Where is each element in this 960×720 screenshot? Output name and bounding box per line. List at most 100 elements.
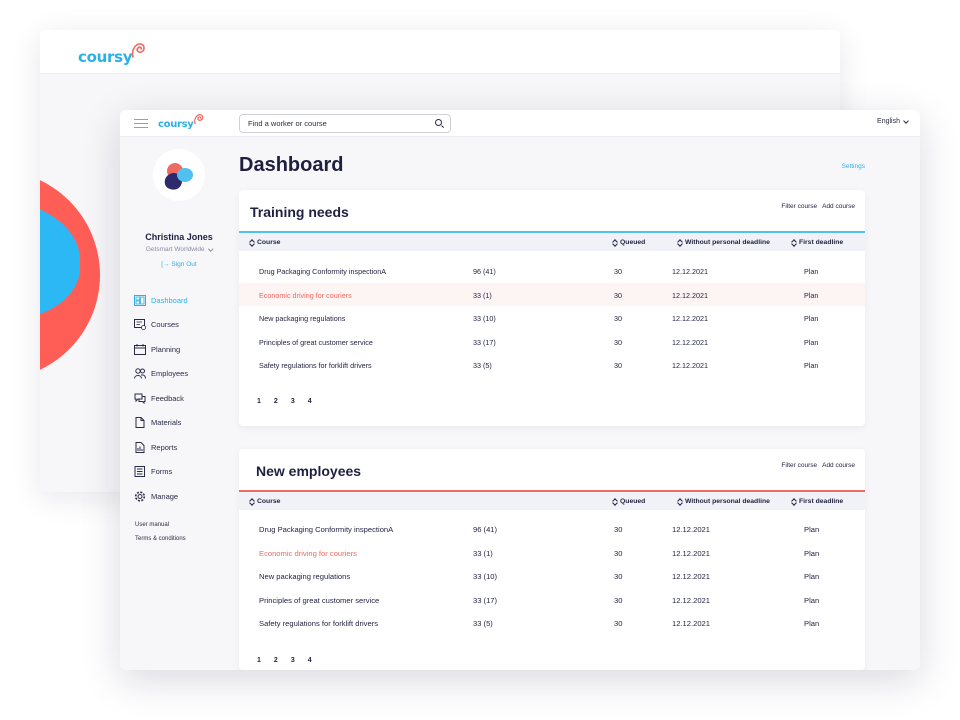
card-title: Training needs <box>250 204 349 220</box>
sidebar-item-manage[interactable]: Manage <box>134 484 188 509</box>
cell-deadline: Plan <box>804 525 820 534</box>
terms-link[interactable]: Terms & conditions <box>135 532 186 546</box>
app-logo[interactable]: coursy <box>158 113 204 130</box>
page-3[interactable]: 3 <box>291 657 295 664</box>
sidebar-item-label: Reports <box>151 442 178 452</box>
cell-course: New packaging regulations <box>259 314 346 323</box>
column-label: Without personal deadline <box>685 498 770 505</box>
sidebar-item-label: Forms <box>151 467 173 477</box>
cell-count: 33 (17) <box>473 595 498 605</box>
column-queued[interactable]: Queued <box>613 239 645 246</box>
sidebar-item-label: Feedback <box>151 393 184 403</box>
sidebar-item-planning[interactable]: Planning <box>134 337 188 362</box>
table-row[interactable]: Drug Packaging Conformity inspectionA 96… <box>239 259 865 283</box>
search-icon[interactable] <box>435 119 442 126</box>
chevron-down-icon <box>903 117 909 124</box>
sort-icon <box>792 239 796 246</box>
sidebar-item-reports[interactable]: Reports <box>134 435 188 460</box>
cell-count: 33 (5) <box>473 361 492 370</box>
filter-course-button[interactable]: Filter course <box>781 203 817 210</box>
background-logo: coursy <box>78 42 146 66</box>
sort-icon <box>678 239 682 246</box>
cell-date: 12.12.2021 <box>672 267 708 276</box>
column-label: First deadline <box>799 239 844 246</box>
column-queued[interactable]: Queued <box>613 498 645 505</box>
sidebar-item-forms[interactable]: Forms <box>134 460 188 485</box>
column-without-deadline[interactable]: Without personal deadline <box>678 239 770 246</box>
page-2[interactable]: 2 <box>274 657 278 664</box>
column-first-deadline[interactable]: First deadline <box>792 239 843 246</box>
sign-out-icon: [→ <box>161 261 170 268</box>
table-row[interactable]: Safety regulations for forklift drivers … <box>239 611 865 635</box>
sort-icon <box>250 239 254 246</box>
page-4[interactable]: 4 <box>308 657 312 664</box>
table-row[interactable]: Safety regulations for forklift drivers … <box>239 353 865 377</box>
page-1[interactable]: 1 <box>257 657 261 664</box>
search-input[interactable] <box>239 114 451 133</box>
sign-out-link[interactable]: [→ Sign Out <box>120 261 238 268</box>
sort-icon <box>613 498 617 505</box>
column-course[interactable]: Course <box>250 239 280 246</box>
table-row[interactable]: Economic driving for couriers 33 (1) 30 … <box>239 541 865 565</box>
sidebar-item-courses[interactable]: Courses <box>134 313 188 338</box>
page-3[interactable]: 3 <box>291 398 295 405</box>
page-4[interactable]: 4 <box>308 398 312 405</box>
cell-count: 33 (1) <box>473 290 492 300</box>
courses-icon <box>134 319 146 331</box>
filter-course-button[interactable]: Filter course <box>781 462 817 469</box>
table-row[interactable]: Drug Packaging Conformity inspectionA 96… <box>239 517 865 541</box>
column-first-deadline[interactable]: First deadline <box>792 498 843 505</box>
user-name: Christina Jones <box>145 232 213 242</box>
cell-deadline: Plan <box>804 314 819 323</box>
sidebar-item-feedback[interactable]: Feedback <box>134 386 188 411</box>
add-course-button[interactable]: Add course <box>822 203 855 210</box>
app-window: coursy English Christina Jones <box>120 110 920 670</box>
table-row[interactable]: New packaging regulations 33 (10) 30 12.… <box>239 306 865 330</box>
cell-deadline: Plan <box>804 337 819 347</box>
avatar[interactable] <box>153 149 205 201</box>
cell-date: 12.12.2021 <box>672 361 708 370</box>
sidebar-item-label: Dashboard <box>151 295 188 305</box>
sidebar-item-label: Materials <box>151 418 182 428</box>
training-needs-card: Training needs Filter course Add course … <box>239 190 865 426</box>
cell-date: 12.12.2021 <box>672 525 711 534</box>
sidebar-nav: Dashboard Courses Planning Employees Fee… <box>134 288 188 509</box>
sidebar-item-dashboard[interactable]: Dashboard <box>134 288 188 313</box>
user-manual-link[interactable]: User manual <box>135 518 186 532</box>
column-without-deadline[interactable]: Without personal deadline <box>678 498 770 505</box>
logo-text: coursy <box>158 119 194 130</box>
cell-course: New packaging regulations <box>259 572 351 581</box>
settings-link[interactable]: Settings <box>842 163 866 170</box>
sidebar-item-label: Employees <box>151 369 189 379</box>
organization-name: Getsmart Worldwide <box>145 246 205 253</box>
gear-icon <box>134 491 146 502</box>
page-2[interactable]: 2 <box>274 398 278 405</box>
table-row[interactable]: Principles of great customer service 33 … <box>239 330 865 354</box>
language-label: English <box>877 118 900 125</box>
cell-date: 12.12.2021 <box>672 548 711 558</box>
language-selector[interactable]: English <box>877 117 909 125</box>
logo-swirl-icon <box>193 114 203 125</box>
chevron-down-icon <box>207 246 213 251</box>
card-title: New employees <box>256 463 362 479</box>
sidebar-item-label: Courses <box>151 320 179 330</box>
stage: coursy coursy English <box>0 0 960 720</box>
menu-icon[interactable] <box>134 119 148 128</box>
sidebar-item-materials[interactable]: Materials <box>134 411 188 436</box>
form-icon <box>134 466 146 478</box>
column-course[interactable]: Course <box>250 498 280 505</box>
cell-date: 12.12.2021 <box>672 619 711 628</box>
sidebar-item-employees[interactable]: Employees <box>134 362 188 387</box>
cell-queued: 30 <box>614 548 623 558</box>
sidebar: Christina Jones Getsmart Worldwide [→ Si… <box>120 137 226 670</box>
sign-out-label: Sign Out <box>171 261 197 268</box>
table-row[interactable]: Principles of great customer service 33 … <box>239 588 865 612</box>
add-course-button[interactable]: Add course <box>822 462 855 469</box>
table-row[interactable]: New packaging regulations 33 (10) 30 12.… <box>239 564 865 588</box>
table-row[interactable]: Economic driving for couriers 33 (1) 30 … <box>239 282 865 306</box>
sidebar-item-label: Manage <box>151 491 179 501</box>
organization-selector[interactable]: Getsmart Worldwide <box>120 246 238 253</box>
page-1[interactable]: 1 <box>257 398 261 405</box>
column-label: Course <box>257 239 281 246</box>
cell-course: Principles of great customer service <box>259 595 380 605</box>
